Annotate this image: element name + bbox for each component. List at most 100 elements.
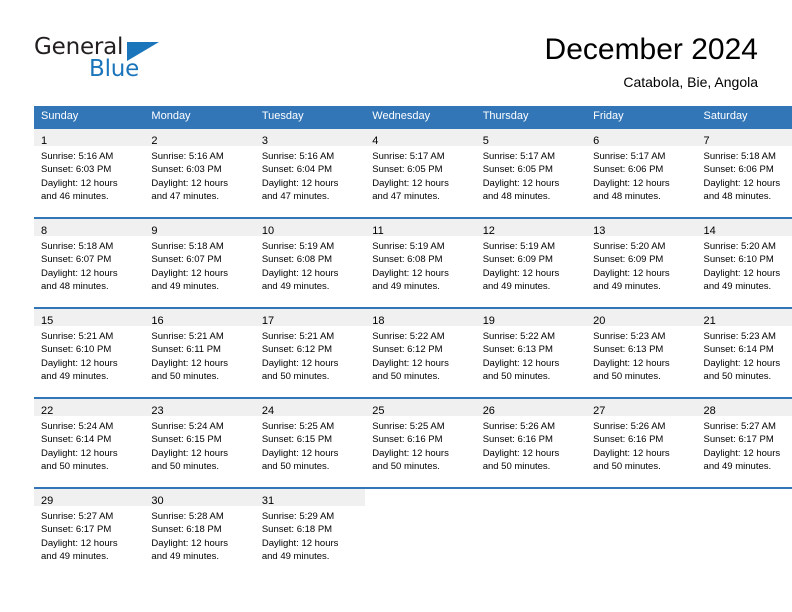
daylight-text-line1: Daylight: 12 hours <box>372 447 449 459</box>
day-number-band: 7 <box>696 129 792 147</box>
day-cell-inner: 5 Sunrise: 5:17 AM Sunset: 6:05 PM Daylight… <box>475 129 587 217</box>
day-number-band: 24 <box>254 399 366 417</box>
calendar-day-cell[interactable]: 18 Sunrise: 5:22 AM Sunset: 6:12 PM Dayligh… <box>365 307 476 398</box>
calendar-header-row: Sunday Monday Tuesday Wednesday Thursday Frid… <box>34 106 792 128</box>
daylight-text-line2: and 50 minutes. <box>151 461 220 473</box>
daylight-text-line2: and 50 minutes. <box>372 461 440 473</box>
calendar-day-cell[interactable]: 21 Sunrise: 5:23 AM Sunset: 6:14 PM Dayligh… <box>696 307 792 398</box>
day-cell-inner: 12 Sunrise: 5:19 AM Sunset: 6:09 PM Dayligh… <box>475 219 587 307</box>
weekday-header-thursday: Thursday <box>475 106 587 128</box>
daylight-text-line1: Daylight: 12 hours <box>482 177 560 189</box>
day-number-band: 22 <box>34 399 145 417</box>
sunrise-text: Sunrise: 5:22 AM <box>482 331 556 342</box>
calendar-day-cell[interactable]: 17 Sunrise: 5:21 AM Sunset: 6:12 PM Dayligh… <box>254 307 366 398</box>
calendar-week-row: 22 Sunrise: 5:24 AM Sunset: 6:14 PM Dayligh… <box>34 397 792 488</box>
sunset-text: Sunset: 6:16 PM <box>372 434 443 446</box>
calendar-day-cell[interactable]: 22 Sunrise: 5:24 AM Sunset: 6:14 PM Dayligh… <box>34 397 145 488</box>
calendar-day-cell[interactable]: 13 Sunrise: 5:20 AM Sunset: 6:09 PM Dayligh… <box>586 217 697 308</box>
calendar-day-cell[interactable]: 23 Sunrise: 5:24 AM Sunset: 6:15 PM Dayligh… <box>144 397 255 488</box>
sunset-text: Sunset: 6:07 PM <box>41 254 112 266</box>
daylight-text-line2: and 49 minutes. <box>41 551 109 563</box>
calendar-day-cell[interactable]: 5 Sunrise: 5:17 AM Sunset: 6:05 PM Daylight… <box>475 127 587 218</box>
sunrise-text: Sunrise: 5:20 AM <box>703 241 776 252</box>
sunrise-text: Sunrise: 5:26 AM <box>593 421 666 432</box>
day-cell-inner: 9 Sunrise: 5:18 AM Sunset: 6:07 PM Daylight… <box>144 219 255 307</box>
calendar-week-row: 29 Sunrise: 5:27 AM Sunset: 6:17 PM Dayligh… <box>34 487 792 577</box>
day-cell-inner: 10 Sunrise: 5:19 AM Sunset: 6:08 PM Dayligh… <box>254 219 366 307</box>
daylight-text-line1: Daylight: 12 hours <box>372 267 449 279</box>
daylight-text-line1: Daylight: 12 hours <box>41 357 118 369</box>
daylight-text-line1: Daylight: 12 hours <box>151 447 228 459</box>
sunset-text: Sunset: 6:04 PM <box>261 164 333 176</box>
calendar-day-cell[interactable]: 27 Sunrise: 5:26 AM Sunset: 6:16 PM Dayligh… <box>586 397 697 488</box>
calendar-day-cell[interactable]: 20 Sunrise: 5:23 AM Sunset: 6:13 PM Dayligh… <box>586 307 697 398</box>
calendar-day-cell[interactable]: 31 Sunrise: 5:29 AM Sunset: 6:18 PM Dayligh… <box>254 487 366 577</box>
day-details: Sunrise: 5:18 AM Sunset: 6:06 PM Daylight:… <box>697 146 792 204</box>
day-cell-inner: 19 Sunrise: 5:22 AM Sunset: 6:13 PM Dayligh… <box>475 309 587 397</box>
day-number: 30 <box>151 495 164 507</box>
calendar-day-cell-empty <box>475 487 587 577</box>
daylight-text-line1: Daylight: 12 hours <box>41 177 118 189</box>
calendar-day-cell[interactable]: 25 Sunrise: 5:25 AM Sunset: 6:16 PM Dayligh… <box>365 397 476 488</box>
calendar-day-cell[interactable]: 9 Sunrise: 5:18 AM Sunset: 6:07 PM Daylight… <box>144 217 255 308</box>
day-details: Sunrise: 5:19 AM Sunset: 6:09 PM Daylight:… <box>476 236 586 294</box>
weekday-header-wednesday: Wednesday <box>365 106 476 128</box>
calendar-day-cell[interactable]: 16 Sunrise: 5:21 AM Sunset: 6:11 PM Dayligh… <box>144 307 255 398</box>
day-number-band: 26 <box>475 399 587 417</box>
day-number: 2 <box>151 135 158 147</box>
calendar-day-cell[interactable]: 3 Sunrise: 5:16 AM Sunset: 6:04 PM Daylight… <box>254 127 366 218</box>
day-number-band: 20 <box>586 309 697 327</box>
sunrise-text: Sunrise: 5:25 AM <box>261 421 335 432</box>
calendar-day-cell[interactable]: 7 Sunrise: 5:18 AM Sunset: 6:06 PM Daylight… <box>696 127 792 218</box>
day-number-band: 14 <box>696 219 792 237</box>
day-details: Sunrise: 5:24 AM Sunset: 6:14 PM Daylight:… <box>34 416 144 474</box>
calendar-body: 1 Sunrise: 5:16 AM Sunset: 6:03 PM Daylight… <box>34 127 792 577</box>
sunrise-text: Sunrise: 5:24 AM <box>41 421 114 432</box>
daylight-text-line2: and 47 minutes. <box>261 191 330 203</box>
calendar-day-cell[interactable]: 24 Sunrise: 5:25 AM Sunset: 6:15 PM Dayligh… <box>254 397 366 488</box>
day-number-band <box>475 489 587 506</box>
sunrise-text: Sunrise: 5:26 AM <box>482 421 556 432</box>
sunset-text: Sunset: 6:05 PM <box>482 164 553 176</box>
calendar-day-cell[interactable]: 15 Sunrise: 5:21 AM Sunset: 6:10 PM Dayligh… <box>34 307 145 398</box>
calendar-day-cell[interactable]: 26 Sunrise: 5:26 AM Sunset: 6:16 PM Dayligh… <box>475 397 587 488</box>
day-number-band: 10 <box>254 219 366 237</box>
daylight-text-line1: Daylight: 12 hours <box>261 177 339 189</box>
day-details: Sunrise: 5:21 AM Sunset: 6:10 PM Daylight:… <box>34 326 144 384</box>
day-cell-inner: 13 Sunrise: 5:20 AM Sunset: 6:09 PM Dayligh… <box>586 219 697 307</box>
calendar-day-cell[interactable]: 29 Sunrise: 5:27 AM Sunset: 6:17 PM Dayligh… <box>34 487 145 577</box>
calendar-day-cell[interactable]: 28 Sunrise: 5:27 AM Sunset: 6:17 PM Dayligh… <box>696 397 792 488</box>
general-blue-logo[interactable]: General Blue <box>34 34 204 84</box>
calendar-day-cell[interactable]: 8 Sunrise: 5:18 AM Sunset: 6:07 PM Daylight… <box>34 217 145 308</box>
day-cell-inner: 26 Sunrise: 5:26 AM Sunset: 6:16 PM Dayligh… <box>475 399 587 487</box>
day-number: 22 <box>41 405 54 417</box>
calendar-day-cell[interactable]: 6 Sunrise: 5:17 AM Sunset: 6:06 PM Daylight… <box>586 127 697 218</box>
daylight-text-line2: and 47 minutes. <box>151 191 220 203</box>
daylight-text-line1: Daylight: 12 hours <box>151 357 228 369</box>
calendar-day-cell[interactable]: 10 Sunrise: 5:19 AM Sunset: 6:08 PM Dayligh… <box>254 217 366 308</box>
day-details: Sunrise: 5:20 AM Sunset: 6:09 PM Daylight:… <box>586 236 696 294</box>
daylight-text-line1: Daylight: 12 hours <box>703 357 781 369</box>
day-cell-inner: 4 Sunrise: 5:17 AM Sunset: 6:05 PM Daylight… <box>365 129 476 217</box>
calendar-day-cell[interactable]: 19 Sunrise: 5:22 AM Sunset: 6:13 PM Dayligh… <box>475 307 587 398</box>
day-cell-inner: 25 Sunrise: 5:25 AM Sunset: 6:16 PM Dayligh… <box>365 399 476 487</box>
sunset-text: Sunset: 6:09 PM <box>482 254 553 266</box>
day-details: Sunrise: 5:17 AM Sunset: 6:06 PM Daylight:… <box>586 146 696 204</box>
calendar-day-cell[interactable]: 14 Sunrise: 5:20 AM Sunset: 6:10 PM Dayligh… <box>696 217 792 308</box>
calendar-day-cell[interactable]: 4 Sunrise: 5:17 AM Sunset: 6:05 PM Daylight… <box>365 127 476 218</box>
calendar-day-cell[interactable]: 2 Sunrise: 5:16 AM Sunset: 6:03 PM Daylight… <box>144 127 255 218</box>
sunrise-text: Sunrise: 5:23 AM <box>593 331 666 342</box>
weekday-header-row: Sunday Monday Tuesday Wednesday Thursday Frid… <box>34 106 792 128</box>
calendar-day-cell[interactable]: 30 Sunrise: 5:28 AM Sunset: 6:18 PM Dayligh… <box>144 487 255 577</box>
calendar-day-cell[interactable]: 1 Sunrise: 5:16 AM Sunset: 6:03 PM Daylight… <box>34 127 145 218</box>
day-number: 1 <box>41 135 48 147</box>
day-number: 11 <box>372 225 384 237</box>
sunset-text: Sunset: 6:14 PM <box>41 434 112 446</box>
calendar-week-row: 1 Sunrise: 5:16 AM Sunset: 6:03 PM Daylight… <box>34 127 792 218</box>
day-details: Sunrise: 5:19 AM Sunset: 6:08 PM Daylight:… <box>255 236 365 294</box>
daylight-text-line2: and 47 minutes. <box>372 191 440 203</box>
day-number-band: 6 <box>586 129 697 147</box>
calendar-day-cell[interactable]: 11 Sunrise: 5:19 AM Sunset: 6:08 PM Dayligh… <box>365 217 476 308</box>
calendar-day-cell[interactable]: 12 Sunrise: 5:19 AM Sunset: 6:09 PM Dayligh… <box>475 217 587 308</box>
day-number: 23 <box>151 405 164 417</box>
